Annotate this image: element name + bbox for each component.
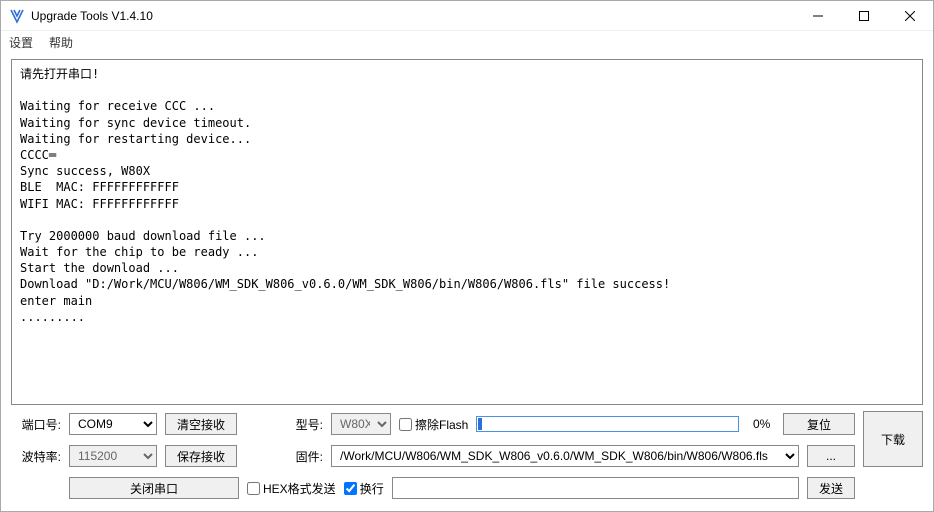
port-select[interactable]: COM9 <box>69 413 157 435</box>
progress-percent: 0% <box>753 417 775 431</box>
title-bar: Upgrade Tools V1.4.10 <box>1 1 933 31</box>
label-port: 端口号: <box>11 416 61 433</box>
menu-settings[interactable]: 设置 <box>9 34 33 51</box>
reset-button[interactable]: 复位 <box>783 413 855 435</box>
label-firmware: 固件: <box>283 448 323 465</box>
app-window: Upgrade Tools V1.4.10 设置 帮助 请先打开串口! Wait… <box>0 0 934 512</box>
close-button[interactable] <box>887 1 933 31</box>
browse-button[interactable]: ... <box>807 445 855 467</box>
erase-flash-label: 擦除Flash <box>415 416 468 433</box>
menu-help[interactable]: 帮助 <box>49 34 73 51</box>
save-receive-button[interactable]: 保存接收 <box>165 445 237 467</box>
firmware-path-select[interactable]: /Work/MCU/W806/WM_SDK_W806_v0.6.0/WM_SDK… <box>331 445 799 467</box>
send-input[interactable] <box>392 477 799 499</box>
newline-checkbox-wrap[interactable]: 换行 <box>344 480 384 497</box>
label-baud: 波特率: <box>11 448 61 465</box>
download-button[interactable]: 下载 <box>863 411 923 467</box>
erase-flash-checkbox-wrap[interactable]: 擦除Flash <box>399 416 468 433</box>
progress-bar-fill <box>478 418 482 430</box>
model-select[interactable]: W80X <box>331 413 391 435</box>
row-port-model: 端口号: COM9 清空接收 型号: W80X 擦除Flash <box>11 411 855 437</box>
close-port-button[interactable]: 关闭串口 <box>69 477 239 499</box>
erase-flash-checkbox[interactable] <box>399 418 412 431</box>
row-baud-firmware: 波特率: 115200 保存接收 固件: /Work/MCU/W806/WM_S… <box>11 443 855 469</box>
window-title: Upgrade Tools V1.4.10 <box>31 9 795 23</box>
clear-receive-button[interactable]: 清空接收 <box>165 413 237 435</box>
hex-send-label: HEX格式发送 <box>263 480 336 497</box>
controls-panel: 端口号: COM9 清空接收 型号: W80X 擦除Flash <box>11 411 923 501</box>
menu-bar: 设置 帮助 <box>1 31 933 53</box>
download-button-label: 下载 <box>881 431 905 448</box>
baud-select[interactable]: 115200 <box>69 445 157 467</box>
send-button[interactable]: 发送 <box>807 477 855 499</box>
row-close-send: 关闭串口 HEX格式发送 换行 发送 <box>11 475 855 501</box>
maximize-button[interactable] <box>841 1 887 31</box>
minimize-button[interactable] <box>795 1 841 31</box>
newline-checkbox[interactable] <box>344 482 357 495</box>
label-model: 型号: <box>283 416 323 433</box>
progress-bar-track <box>476 416 739 432</box>
hex-send-checkbox[interactable] <box>247 482 260 495</box>
hex-send-checkbox-wrap[interactable]: HEX格式发送 <box>247 480 336 497</box>
content-area: 请先打开串口! Waiting for receive CCC ... Wait… <box>1 53 933 511</box>
app-icon <box>9 8 25 24</box>
newline-label: 换行 <box>360 480 384 497</box>
log-output[interactable]: 请先打开串口! Waiting for receive CCC ... Wait… <box>11 59 923 405</box>
